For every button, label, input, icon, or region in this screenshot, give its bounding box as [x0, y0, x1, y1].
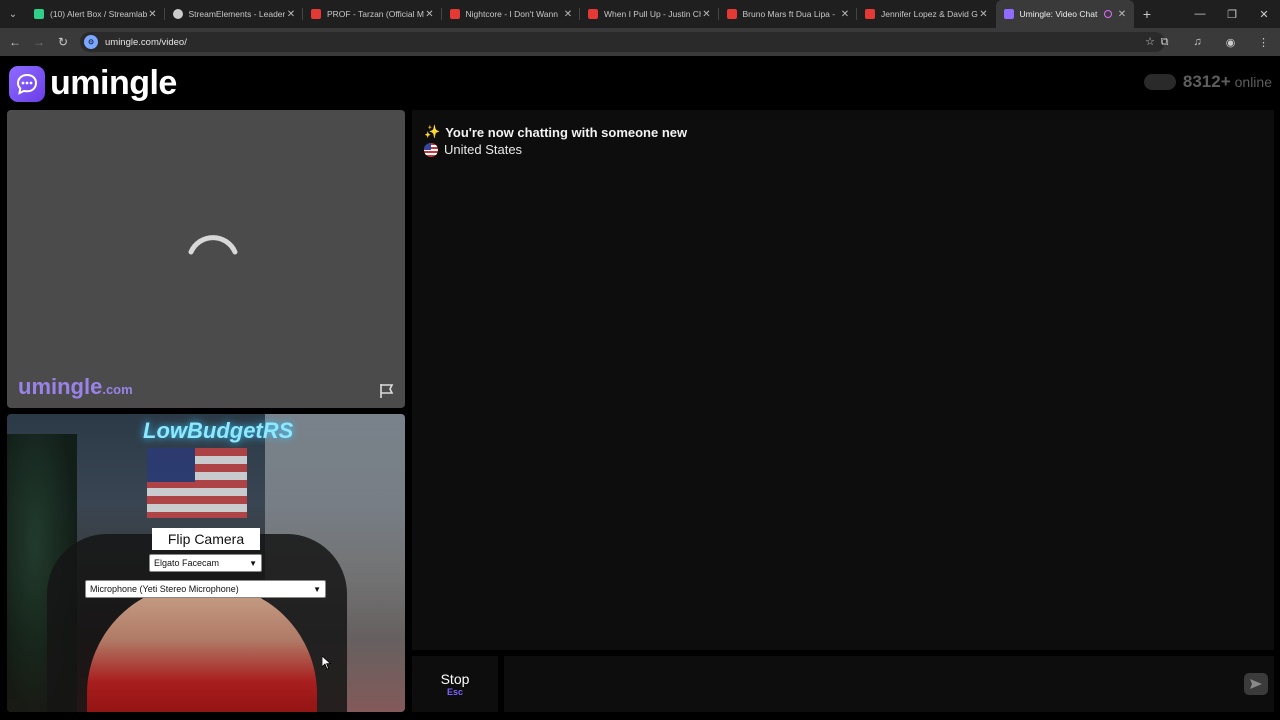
browser-tab[interactable]: PROF - Tarzan (Official Mu ✕ [303, 0, 442, 28]
us-flag-icon [424, 142, 438, 157]
chevron-down-icon: ▼ [249, 558, 257, 568]
stop-button[interactable]: Stop Esc [412, 656, 498, 712]
browser-tab[interactable]: Jennifer Lopez & David G ✕ [857, 0, 996, 28]
tab-title: When I Pull Up - Justin Ch [604, 9, 701, 19]
site-info-icon[interactable]: ⊙ [84, 35, 98, 49]
microphone-select-value: Microphone (Yeti Stereo Microphone) [90, 584, 239, 594]
tab-favicon-icon [34, 9, 44, 19]
browser-tab-strip: ⌄ (10) Alert Box / Streamlab ✕ StreamEle… [0, 0, 1280, 28]
tab-favicon-icon [1003, 9, 1014, 19]
tab-title: Bruno Mars ft Dua Lipa - [742, 9, 836, 19]
tab-title: Jennifer Lopez & David G [881, 9, 978, 19]
logo-text: umingle [50, 64, 177, 102]
back-icon[interactable]: ← [3, 35, 27, 49]
self-webcam-video: LowBudgetRS Flip Camera Elgato Facecam ▼… [7, 414, 405, 712]
theme-toggle[interactable] [1143, 74, 1176, 90]
tab-title: StreamElements - Leaderb [188, 9, 286, 19]
chat-country-text: United States [444, 142, 523, 157]
tab-favicon-icon [311, 9, 321, 19]
browser-menu-icon[interactable]: ⋮ [1247, 28, 1280, 56]
tab-close-icon[interactable]: ✕ [424, 9, 436, 20]
tab-close-icon[interactable]: ✕ [839, 9, 851, 20]
media-controls-icon[interactable]: ♫ [1181, 28, 1214, 56]
tab-close-icon[interactable]: ✕ [701, 9, 713, 20]
loading-spinner-icon [188, 235, 238, 255]
browser-toolbar: ← → ↻ ⊙ umingle.com/video/ ☆ ⧉ ♫ ◉ ⋮ [0, 28, 1280, 56]
tab-search-icon[interactable]: ⌄ [0, 0, 26, 28]
camera-select-value: Elgato Facecam [154, 558, 220, 568]
browser-tab[interactable]: Bruno Mars ft Dua Lipa - ✕ [719, 0, 857, 28]
tab-favicon-icon [865, 9, 875, 19]
tab-title: (10) Alert Box / Streamlab [50, 9, 147, 19]
sparkles-icon: ✨ [424, 124, 441, 139]
cam-neon-sign: LowBudgetRS [143, 418, 294, 443]
stranger-video: umingle.com [7, 110, 405, 408]
watermark-suffix: .com [102, 382, 133, 397]
chat-bubble-logo-icon [9, 65, 45, 102]
online-indicator: 8312+ online [1143, 72, 1272, 92]
send-button[interactable] [1244, 673, 1268, 695]
stop-button-label: Stop [440, 671, 470, 687]
report-flag-icon[interactable] [378, 382, 396, 400]
tab-favicon-icon [588, 9, 598, 19]
reload-icon[interactable]: ↻ [51, 35, 75, 49]
chat-country-line: United States [424, 142, 522, 157]
send-arrow-icon [1250, 679, 1262, 689]
message-input[interactable] [504, 656, 1274, 712]
camera-select[interactable]: Elgato Facecam ▼ [149, 554, 262, 572]
address-bar[interactable]: ⊙ umingle.com/video/ ☆ [80, 32, 1165, 52]
window-controls: — ❐ ✕ [1184, 0, 1280, 28]
site-logo[interactable]: umingle [9, 64, 177, 103]
tab-favicon-icon [726, 9, 737, 19]
address-bar-url: umingle.com/video/ [105, 36, 187, 48]
tab-close-icon[interactable]: ✕ [1116, 9, 1128, 20]
tab-favicon-icon [172, 9, 183, 19]
tab-title: PROF - Tarzan (Official Mu [327, 9, 424, 19]
umingle-page: umingle 8312+ online umingle.com LowBudg… [0, 56, 1280, 720]
tab-favicon-icon [449, 9, 460, 19]
close-window-icon[interactable]: ✕ [1248, 0, 1280, 28]
recording-icon [1104, 10, 1112, 18]
tab-close-icon[interactable]: ✕ [147, 9, 159, 20]
tab-title: Nightcore - I Don't Wann [465, 9, 558, 19]
chevron-down-icon: ▼ [313, 584, 321, 594]
tab-title: Umingle: Video Chat [1019, 9, 1098, 19]
restore-icon[interactable]: ❐ [1216, 0, 1248, 28]
browser-tab-active[interactable]: Umingle: Video Chat ✕ [995, 0, 1134, 28]
minimize-icon[interactable]: — [1184, 0, 1216, 28]
umingle-watermark: umingle.com [18, 374, 133, 400]
browser-tab[interactable]: Nightcore - I Don't Wann ✕ [442, 0, 580, 28]
forward-icon[interactable]: → [27, 35, 51, 49]
browser-tab[interactable]: When I Pull Up - Justin Ch ✕ [580, 0, 719, 28]
chat-log: ✨ You're now chatting with someone new U… [412, 110, 1274, 650]
tab-close-icon[interactable]: ✕ [285, 9, 297, 20]
new-tab-icon[interactable]: + [1134, 6, 1160, 22]
flip-camera-button[interactable]: Flip Camera [152, 528, 260, 550]
browser-tab[interactable]: StreamElements - Leaderb ✕ [165, 0, 303, 28]
microphone-select[interactable]: Microphone (Yeti Stereo Microphone) ▼ [85, 580, 326, 598]
tab-close-icon[interactable]: ✕ [978, 9, 990, 20]
chat-status-text: You're now chatting with someone new [445, 124, 688, 140]
online-label: online [1234, 74, 1272, 90]
online-count: 8312+ [1182, 72, 1231, 91]
cam-american-flag [147, 448, 247, 518]
profile-icon[interactable]: ◉ [1214, 28, 1247, 56]
mouse-cursor-icon [322, 656, 332, 670]
tab-close-icon[interactable]: ✕ [562, 9, 574, 20]
stop-button-shortcut: Esc [446, 687, 463, 697]
chat-status-message: ✨ You're now chatting with someone new [424, 124, 687, 140]
extensions-icon[interactable]: ⧉ [1148, 28, 1181, 56]
browser-tab[interactable]: (10) Alert Box / Streamlab ✕ [26, 0, 165, 28]
watermark-text: umingle [18, 374, 103, 399]
